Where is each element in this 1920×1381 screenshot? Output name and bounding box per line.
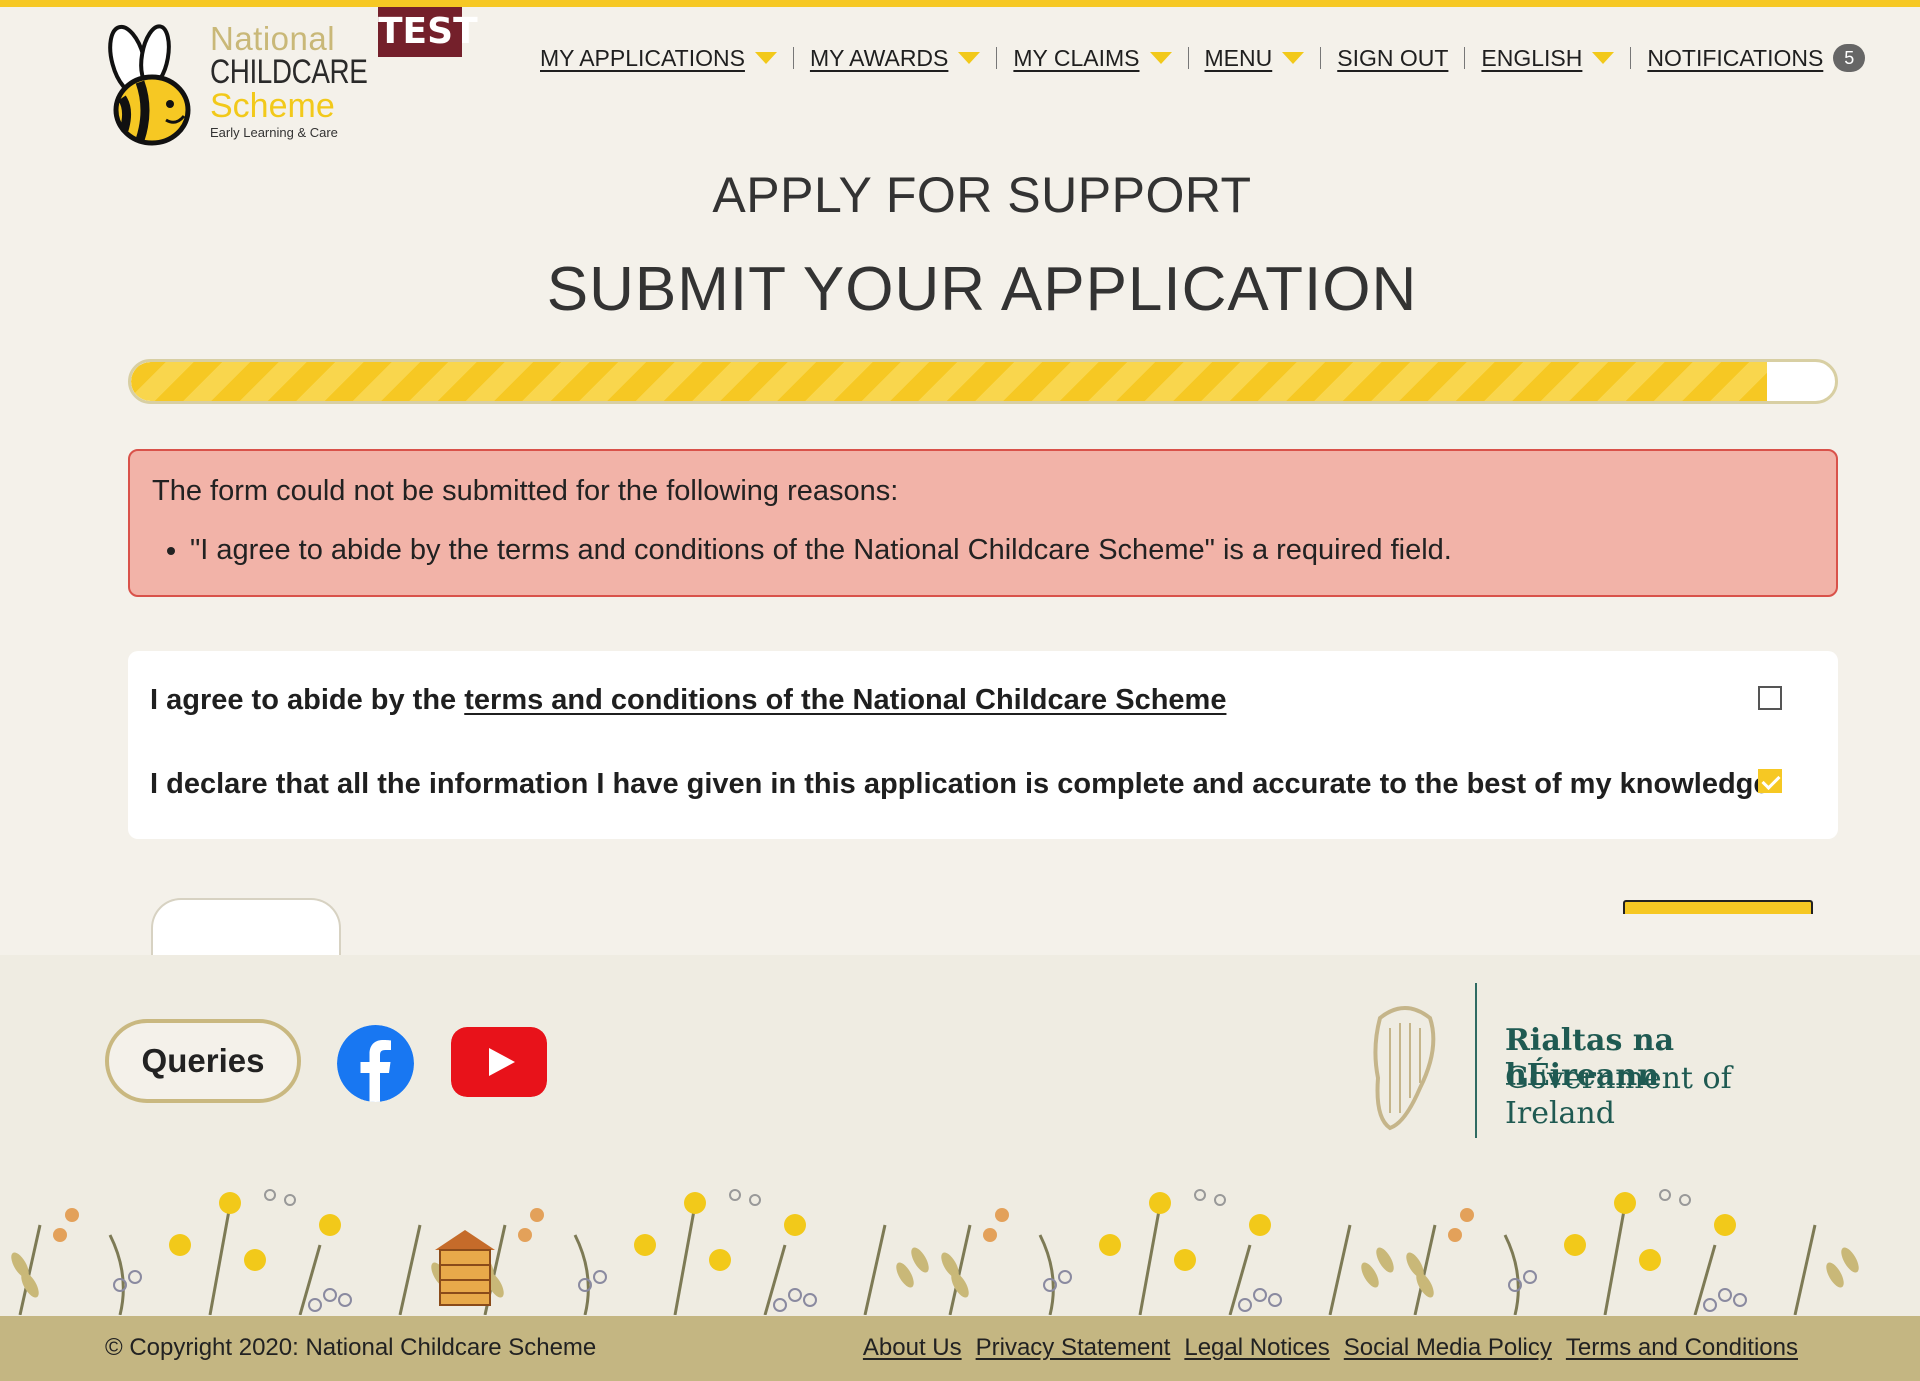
- nav-divider: [1464, 47, 1466, 69]
- main-nav: MY APPLICATIONS MY AWARDS MY CLAIMS MENU…: [540, 44, 1866, 72]
- facebook-icon[interactable]: [337, 1025, 414, 1102]
- caret-down-icon[interactable]: [1592, 52, 1615, 64]
- terms-and-conditions-link[interactable]: terms and conditions of the National Chi…: [464, 684, 1226, 716]
- nav-divider: [1187, 47, 1189, 69]
- government-of-ireland-logo: Rialtas na hÉireann Government of Irelan…: [1360, 983, 1820, 1143]
- error-item: "I agree to abide by the terms and condi…: [190, 534, 1814, 567]
- copyright-bar: © Copyright 2020: National Childcare Sch…: [0, 1316, 1920, 1381]
- progress-bar: [128, 359, 1838, 404]
- progress-fill: [131, 362, 1767, 401]
- nav-my-awards-link[interactable]: MY AWARDS: [810, 45, 948, 72]
- logo-text-national: National: [210, 20, 336, 57]
- page-title: SUBMIT YOUR APPLICATION: [546, 255, 1418, 324]
- queries-button[interactable]: Queries: [105, 1019, 301, 1103]
- bee-logo-icon: [108, 24, 191, 146]
- nav-my-applications[interactable]: MY APPLICATIONS: [540, 45, 777, 72]
- caret-down-icon[interactable]: [1282, 52, 1305, 64]
- site-logo[interactable]: National CHILDCARE Scheme Early Learning…: [100, 20, 368, 155]
- copyright-text: © Copyright 2020: National Childcare Sch…: [105, 1334, 597, 1361]
- beehive-icon: [435, 1230, 495, 1306]
- error-list: "I agree to abide by the terms and condi…: [190, 534, 1814, 567]
- accuracy-declaration-label: I declare that all the information I hav…: [150, 768, 1770, 800]
- caret-down-icon[interactable]: [1149, 52, 1172, 64]
- language-selector[interactable]: ENGLISH: [1481, 45, 1582, 72]
- harp-icon: [1373, 1006, 1436, 1131]
- nav-my-claims-link[interactable]: MY CLAIMS: [1013, 45, 1139, 72]
- nav-divider: [1320, 47, 1322, 69]
- gov-logo-divider: [1475, 983, 1477, 1138]
- nav-sign-out-link[interactable]: SIGN OUT: [1337, 45, 1448, 72]
- nav-my-claims[interactable]: MY CLAIMS: [1013, 45, 1172, 72]
- nav-menu[interactable]: MENU: [1205, 45, 1305, 72]
- nav-divider: [996, 47, 998, 69]
- nav-my-applications-link[interactable]: MY APPLICATIONS: [540, 45, 745, 72]
- declarations-card: I agree to abide by the terms and condit…: [128, 651, 1838, 839]
- error-summary: The form could not be submitted for the …: [128, 449, 1838, 597]
- caret-down-icon[interactable]: [958, 52, 981, 64]
- footer-link-legal-notices[interactable]: Legal Notices: [1184, 1334, 1329, 1362]
- accuracy-declaration-row: I declare that all the information I hav…: [150, 768, 1770, 801]
- footer-link-privacy-statement[interactable]: Privacy Statement: [976, 1334, 1171, 1362]
- nav-notifications[interactable]: NOTIFICATIONS 5: [1647, 44, 1866, 72]
- footer-link-about-us[interactable]: About Us: [863, 1334, 962, 1362]
- footer-link-social-media-policy[interactable]: Social Media Policy: [1344, 1334, 1552, 1362]
- nav-sign-out[interactable]: SIGN OUT: [1337, 45, 1448, 72]
- back-button[interactable]: [151, 898, 341, 958]
- nav-divider: [792, 47, 794, 69]
- page-subtitle: APPLY FOR SUPPORT: [712, 167, 1252, 223]
- accuracy-checkbox[interactable]: [1758, 769, 1782, 793]
- error-heading: The form could not be submitted for the …: [152, 475, 899, 507]
- gov-name-english: Government of Ireland: [1505, 1061, 1732, 1131]
- terms-declaration-label: I agree to abide by the: [150, 684, 465, 716]
- notification-count-badge: 5: [1833, 44, 1866, 72]
- submit-button[interactable]: [1623, 900, 1813, 914]
- logo-text-scheme: Scheme: [210, 87, 335, 125]
- nav-menu-link[interactable]: MENU: [1205, 45, 1273, 72]
- logo-tagline: Early Learning & Care: [210, 125, 338, 140]
- site-header: National CHILDCARE Scheme Early Learning…: [0, 0, 1920, 160]
- nav-divider: [1630, 47, 1632, 69]
- nav-my-awards[interactable]: MY AWARDS: [810, 45, 981, 72]
- footer-link-terms-and-conditions[interactable]: Terms and Conditions: [1566, 1334, 1798, 1362]
- nav-language[interactable]: ENGLISH: [1481, 45, 1615, 72]
- nav-notifications-link[interactable]: NOTIFICATIONS: [1647, 45, 1823, 72]
- floral-decoration: [11, 1189, 1859, 1315]
- terms-checkbox[interactable]: [1758, 686, 1782, 710]
- terms-declaration-row: I agree to abide by the terms and condit…: [150, 684, 1226, 717]
- logo-text-childcare: CHILDCARE: [210, 53, 368, 91]
- caret-down-icon[interactable]: [754, 52, 777, 64]
- environment-badge: TEST: [378, 7, 478, 57]
- footer-links: About Us Privacy Statement Legal Notices…: [863, 1334, 1798, 1362]
- youtube-icon[interactable]: [451, 1027, 547, 1097]
